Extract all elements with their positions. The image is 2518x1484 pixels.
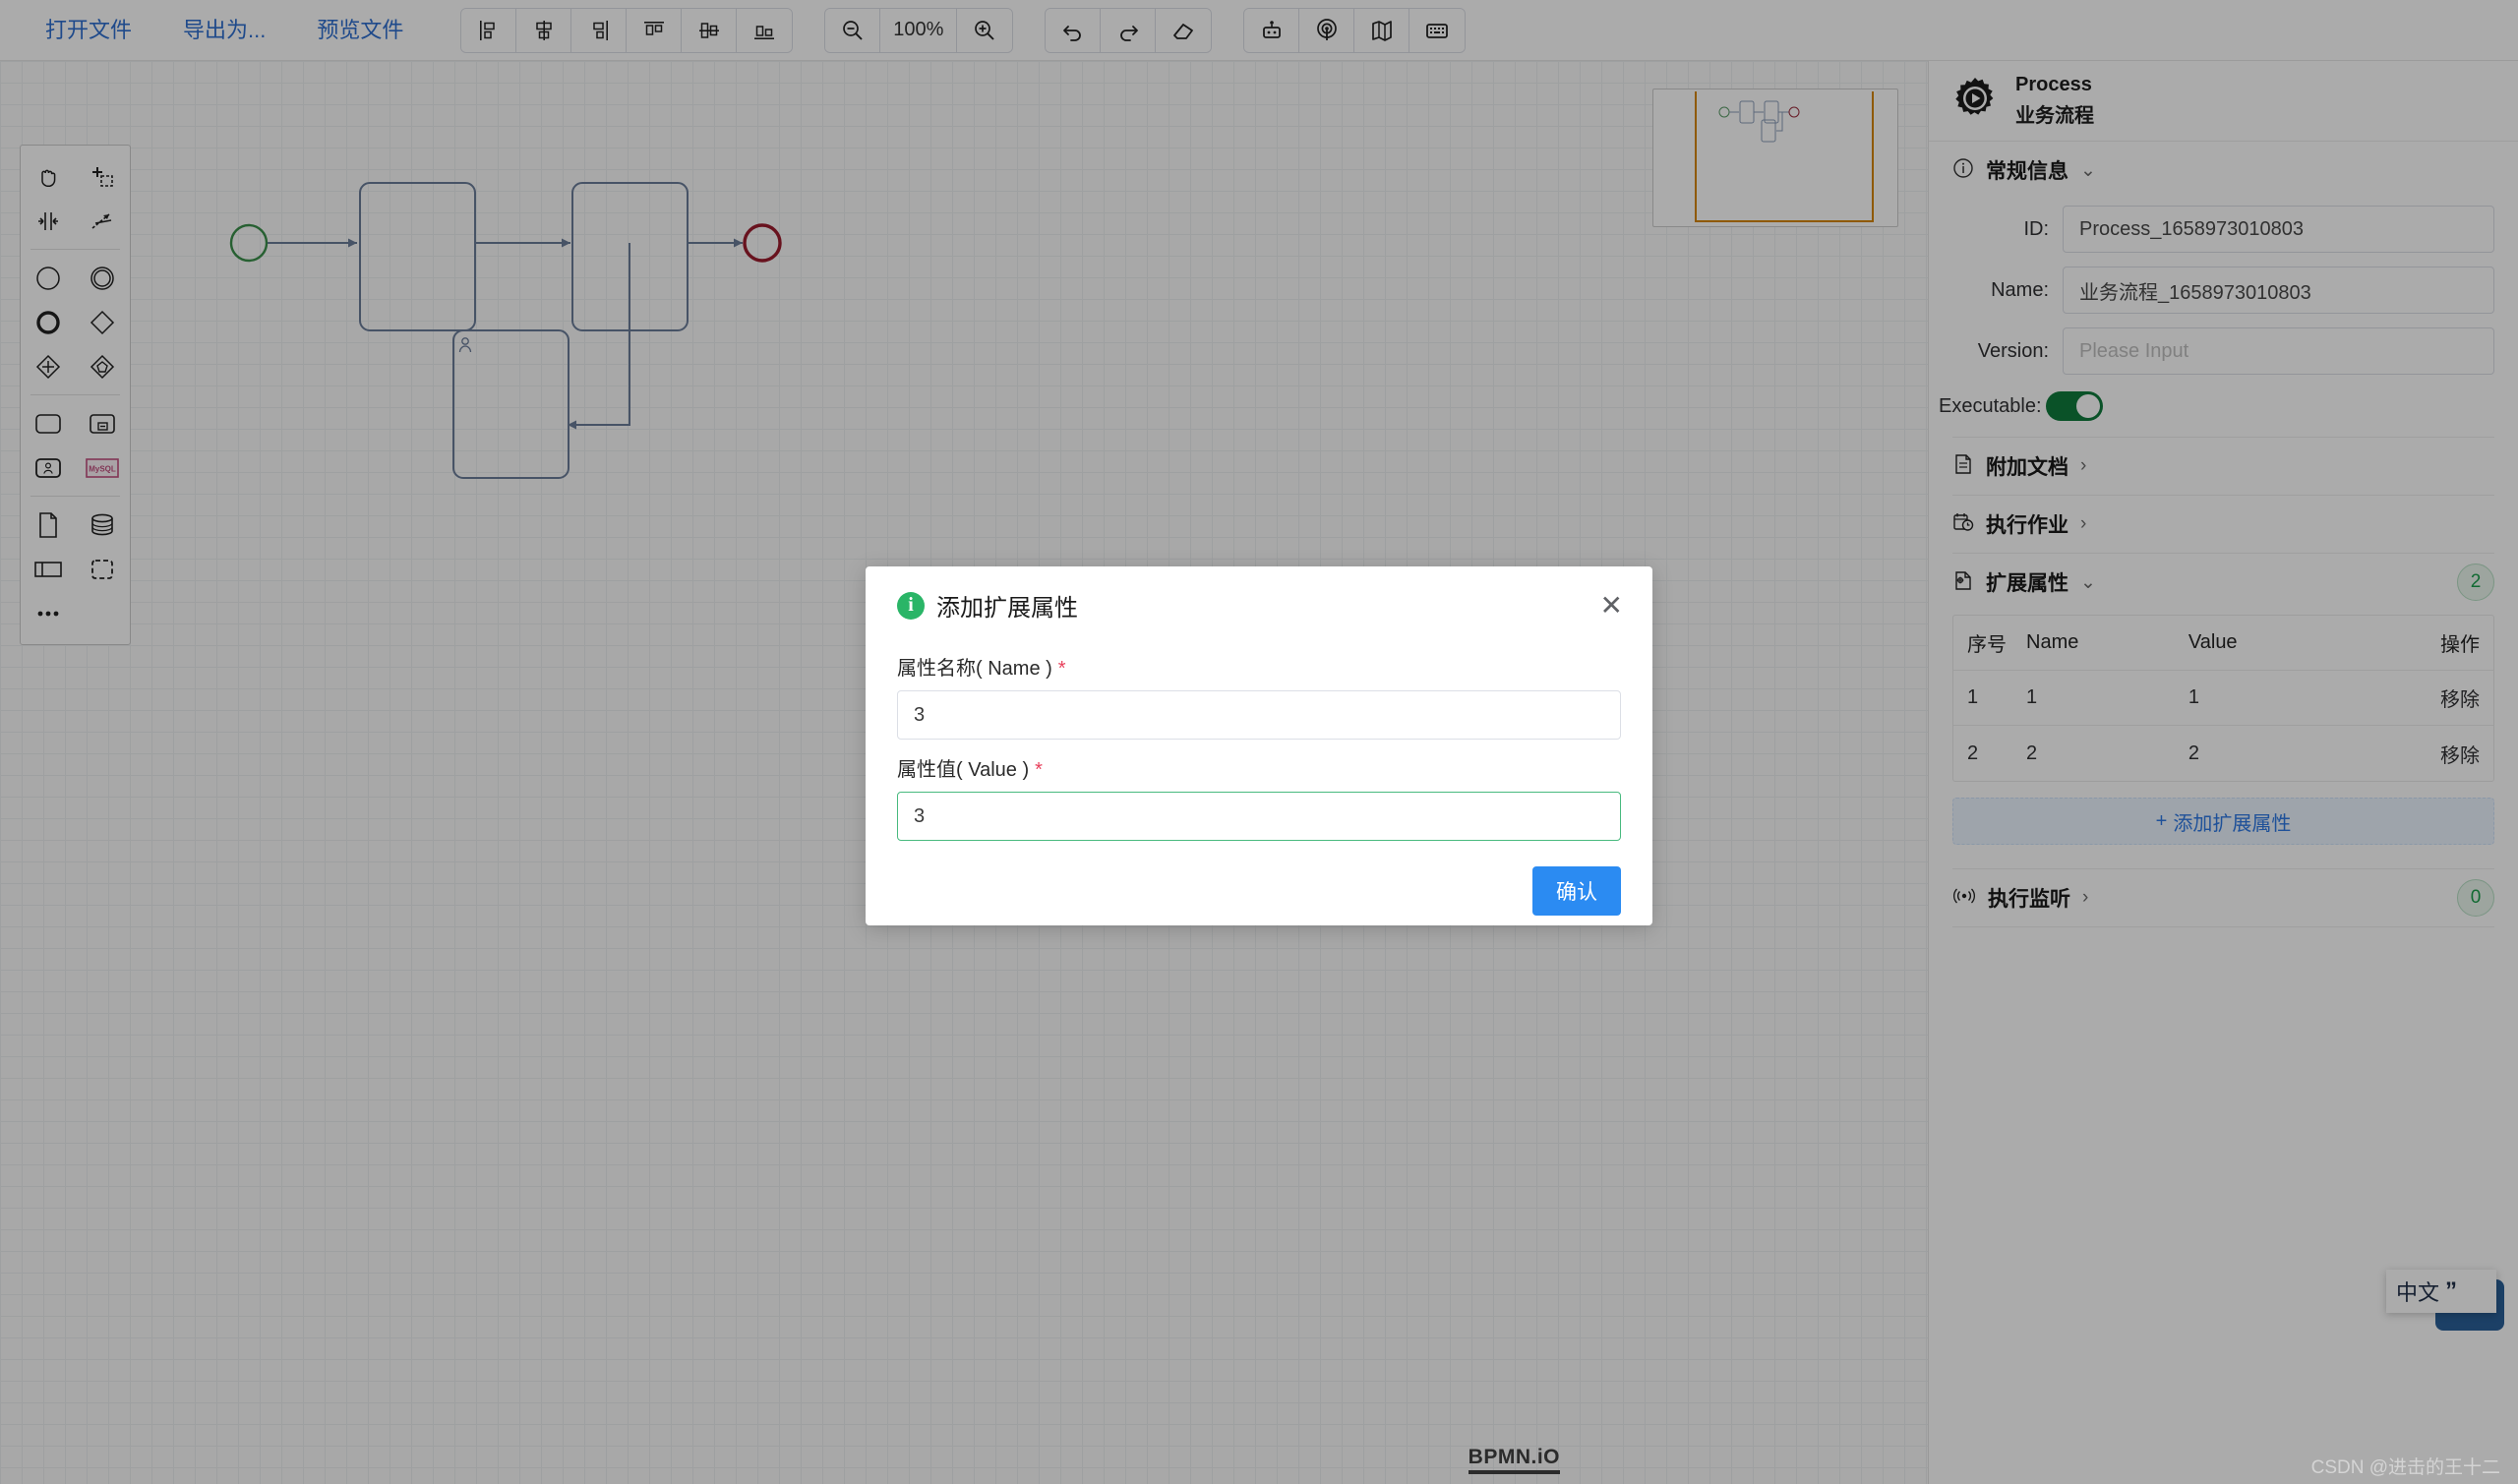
info-icon: i xyxy=(897,592,925,620)
value-field-label-text: 属性值( Value ) xyxy=(897,759,1029,781)
dialog-header: i 添加扩展属性 ✕ xyxy=(866,566,1652,630)
value-field-label: 属性值( Value ) * xyxy=(897,753,1621,782)
dialog-body: 属性名称( Name ) * 属性值( Value ) * xyxy=(866,630,1652,841)
dialog-footer: 确认 xyxy=(866,841,1652,916)
bpmn-editor-app: 打开文件 导出为... 预览文件 xyxy=(0,0,2518,1484)
confirm-button[interactable]: 确认 xyxy=(1532,866,1621,916)
name-required-marker: * xyxy=(1058,658,1066,680)
csdn-watermark: CSDN @进击的王十二 xyxy=(2311,1453,2500,1479)
dialog-title: 添加扩展属性 xyxy=(936,588,1078,623)
name-field-label: 属性名称( Name ) * xyxy=(897,652,1621,681)
name-field-label-text: 属性名称( Name ) xyxy=(897,658,1052,680)
add-extension-property-dialog: i 添加扩展属性 ✕ 属性名称( Name ) * 属性值( Value ) * 确… xyxy=(866,566,1652,925)
property-name-input[interactable] xyxy=(897,690,1621,740)
property-value-input[interactable] xyxy=(897,792,1621,841)
close-icon[interactable]: ✕ xyxy=(1596,590,1627,622)
value-required-marker: * xyxy=(1035,759,1043,781)
